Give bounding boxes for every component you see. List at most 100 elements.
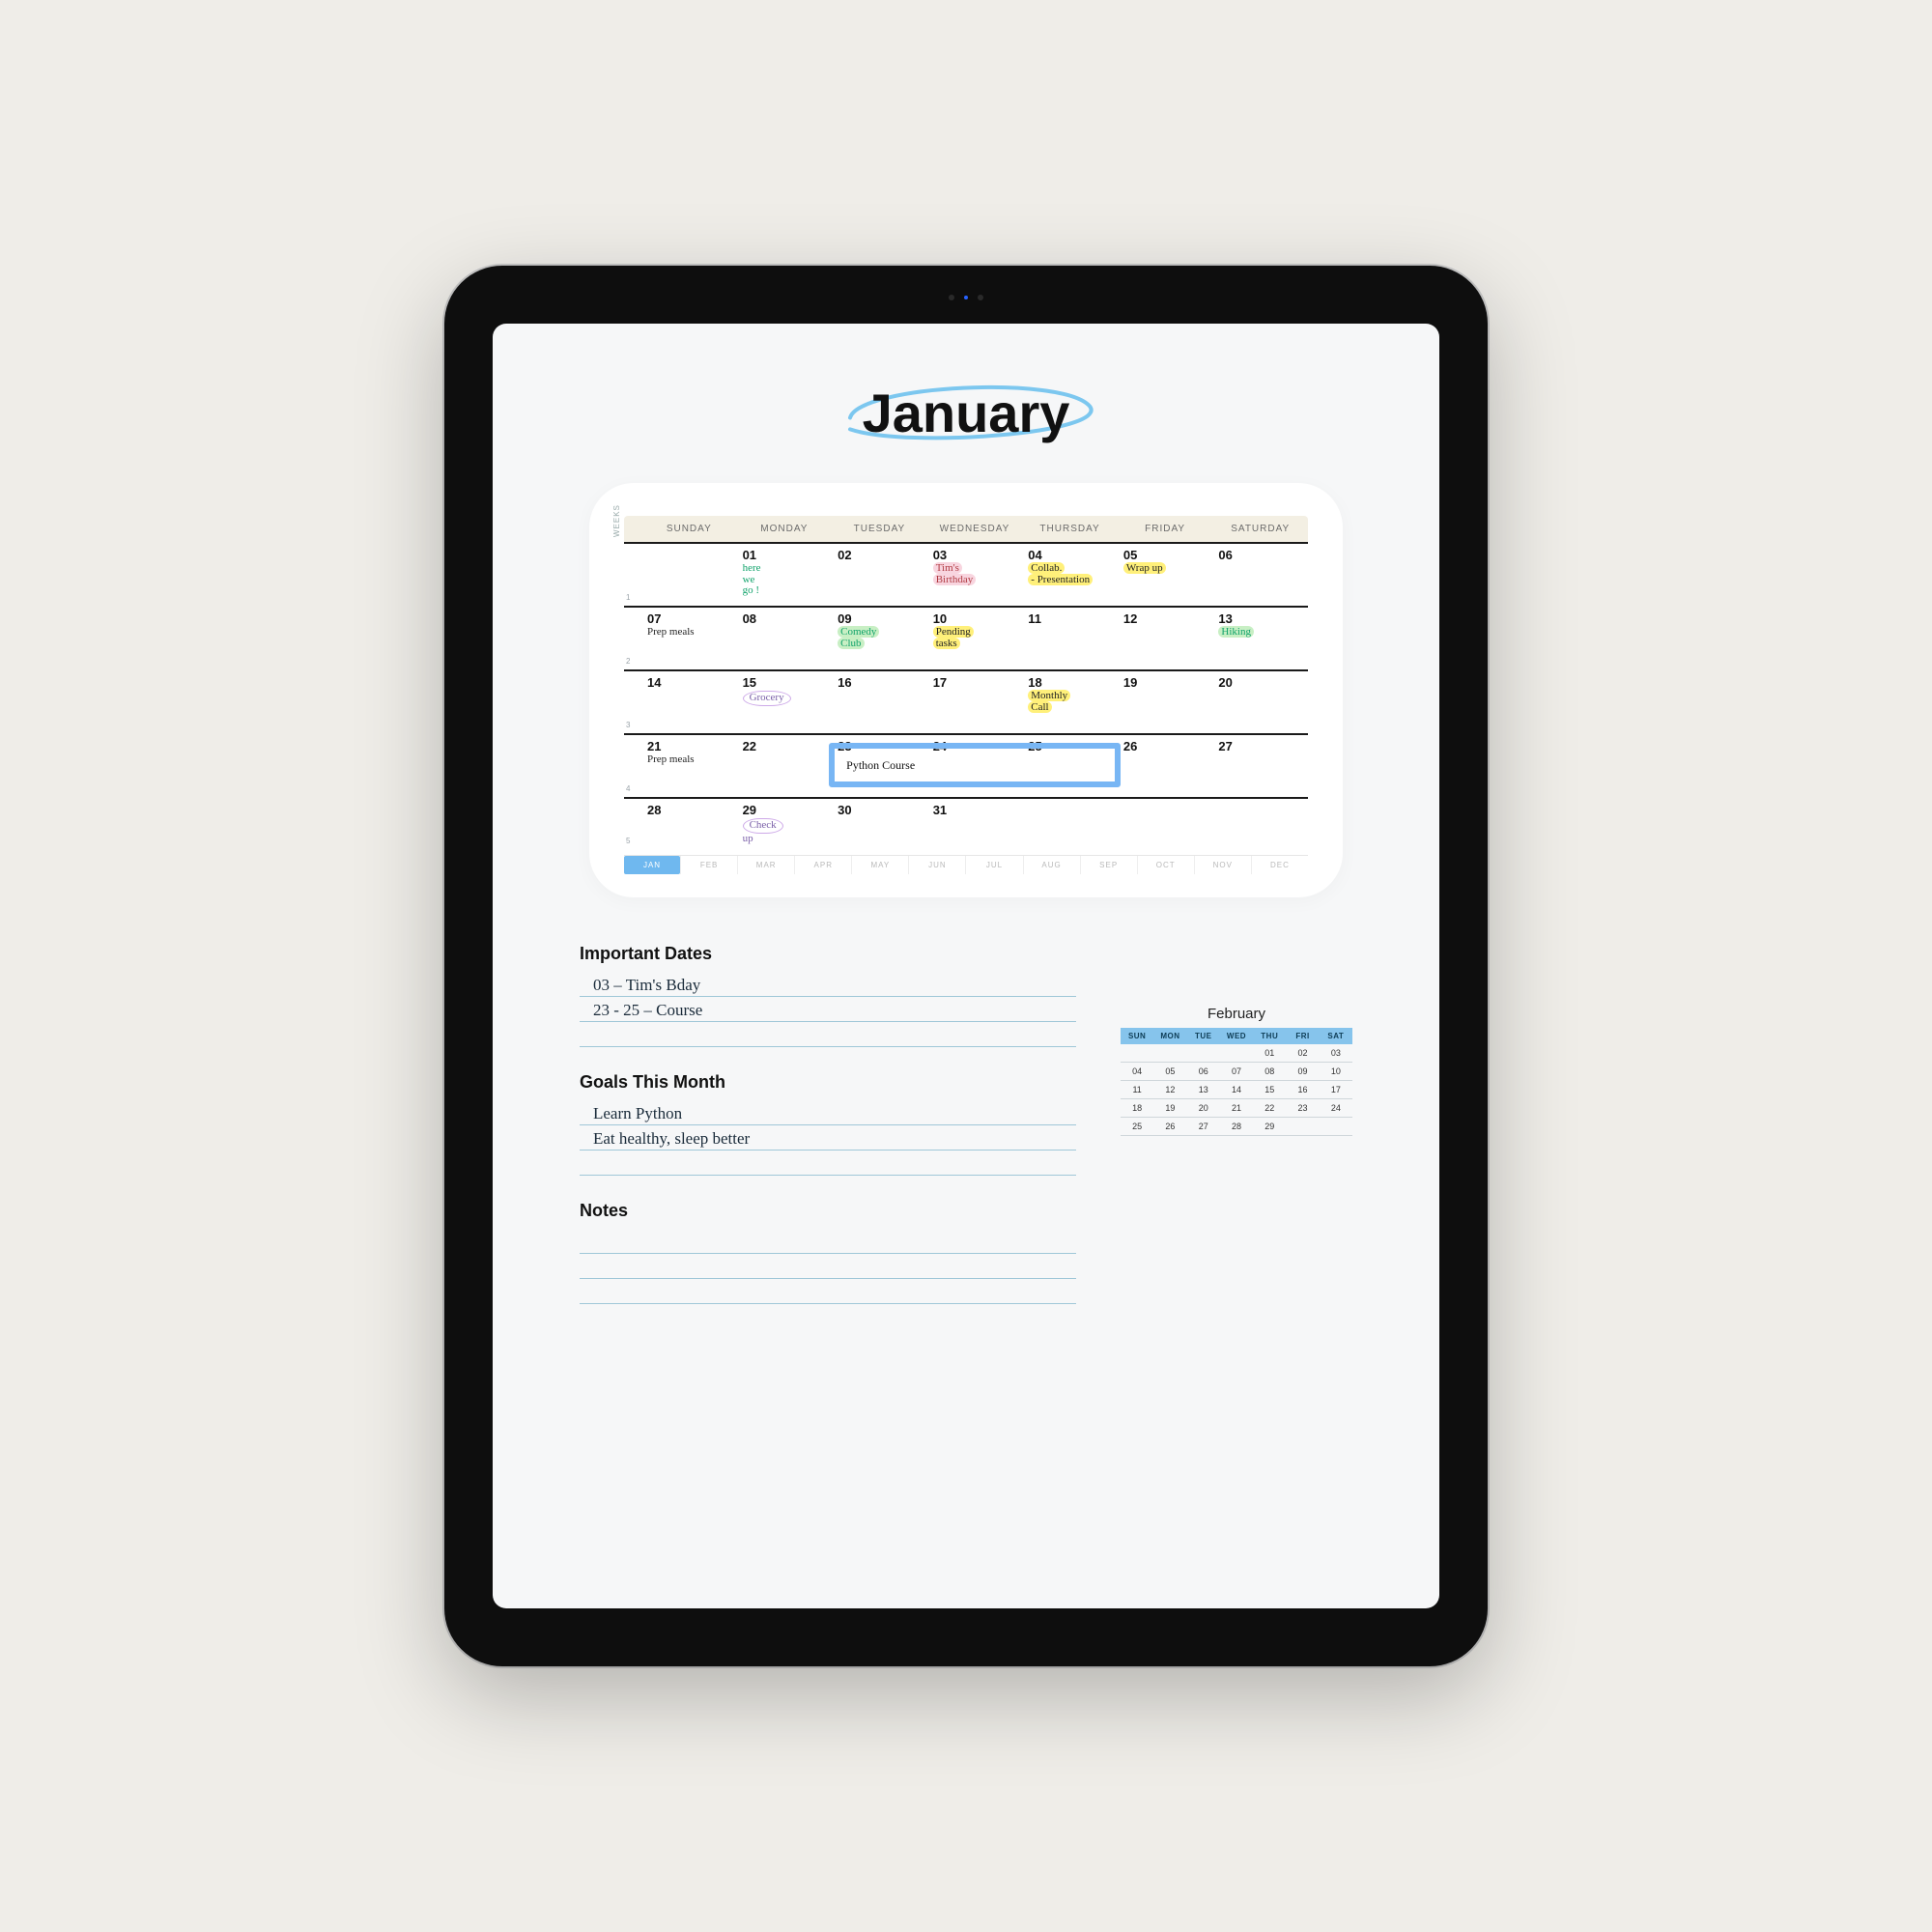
calendar-day-cell[interactable]: 17 (927, 671, 1023, 733)
mini-day-cell: . (1121, 1044, 1153, 1062)
calendar-day-cell[interactable]: 15Grocery (737, 671, 833, 733)
mini-day-cell[interactable]: 14 (1220, 1081, 1253, 1098)
mini-day-cell[interactable]: 15 (1253, 1081, 1286, 1098)
calendar-day-cell[interactable] (1212, 799, 1308, 849)
mini-day-cell[interactable]: 03 (1320, 1044, 1352, 1062)
mini-day-cell[interactable]: 01 (1253, 1044, 1286, 1062)
mini-day-cell[interactable]: 22 (1253, 1099, 1286, 1117)
writing-line[interactable]: Learn Python (580, 1100, 1076, 1125)
month-strip-item[interactable]: JUL (965, 856, 1022, 874)
month-strip-item[interactable]: APR (794, 856, 851, 874)
calendar-day-cell[interactable]: 26 (1118, 735, 1213, 797)
calendar-day-cell[interactable]: 05Wrap up (1118, 544, 1213, 606)
calendar-day-cell[interactable]: 25 (1022, 735, 1118, 797)
mini-day-cell[interactable]: 11 (1121, 1081, 1153, 1098)
writing-line[interactable]: Eat healthy, sleep better (580, 1125, 1076, 1151)
writing-line[interactable]: 23 - 25 – Course (580, 997, 1076, 1022)
mini-day-cell[interactable]: 19 (1153, 1099, 1186, 1117)
month-strip-item[interactable]: DEC (1251, 856, 1308, 874)
calendar-day-cell[interactable]: 03Tim'sBirthday (927, 544, 1023, 606)
mini-day-cell[interactable]: 04 (1121, 1063, 1153, 1080)
calendar-day-cell[interactable]: 07Prep meals (641, 608, 737, 669)
calendar-day-header: SUNDAY (641, 516, 737, 542)
notes-section: Notes (580, 1201, 1076, 1304)
calendar-day-cell[interactable]: 12 (1118, 608, 1213, 669)
calendar-day-cell[interactable]: 04Collab.- Presentation (1022, 544, 1118, 606)
mini-day-header: MON (1153, 1028, 1186, 1044)
calendar-day-cell[interactable]: 01herewego ! (737, 544, 833, 606)
mini-day-cell[interactable]: 02 (1286, 1044, 1319, 1062)
day-number: 12 (1123, 611, 1208, 626)
mini-day-cell[interactable]: 27 (1187, 1118, 1220, 1135)
calendar-day-cell[interactable]: 13Hiking (1212, 608, 1308, 669)
month-strip-item[interactable]: JAN (624, 856, 680, 874)
day-number: 05 (1123, 548, 1208, 562)
mini-day-cell[interactable]: 06 (1187, 1063, 1220, 1080)
calendar-day-cell[interactable]: 11 (1022, 608, 1118, 669)
month-strip[interactable]: JANFEBMARAPRMAYJUNJULAUGSEPOCTNOVDEC (624, 855, 1308, 874)
mini-day-cell[interactable]: 28 (1220, 1118, 1253, 1135)
writing-line[interactable] (580, 1254, 1076, 1279)
month-strip-item[interactable]: NOV (1194, 856, 1251, 874)
month-strip-item[interactable]: JUN (908, 856, 965, 874)
calendar-day-cell[interactable]: 10Pendingtasks (927, 608, 1023, 669)
mini-day-cell[interactable]: 07 (1220, 1063, 1253, 1080)
calendar-day-cell[interactable]: 19 (1118, 671, 1213, 733)
calendar-day-cell[interactable]: 16 (832, 671, 927, 733)
calendar-day-header: FRIDAY (1118, 516, 1213, 542)
mini-day-cell[interactable]: 26 (1153, 1118, 1186, 1135)
writing-line[interactable] (580, 1151, 1076, 1176)
mini-day-cell[interactable]: 20 (1187, 1099, 1220, 1117)
writing-line[interactable] (580, 1229, 1076, 1254)
calendar-day-cell[interactable]: 23 (832, 735, 927, 797)
calendar-day-cell[interactable]: 09ComedyClub (832, 608, 927, 669)
mini-day-cell[interactable]: 13 (1187, 1081, 1220, 1098)
calendar-day-cell[interactable]: 27 (1212, 735, 1308, 797)
mini-week-row: 18192021222324 (1121, 1099, 1352, 1118)
mini-day-cell[interactable]: 17 (1320, 1081, 1352, 1098)
calendar-day-cell[interactable]: 06 (1212, 544, 1308, 606)
mini-day-cell[interactable]: 12 (1153, 1081, 1186, 1098)
mini-day-cell[interactable]: 24 (1320, 1099, 1352, 1117)
calendar-day-cell[interactable]: 22 (737, 735, 833, 797)
calendar-day-cell[interactable] (1118, 799, 1213, 849)
mini-day-cell[interactable]: 25 (1121, 1118, 1153, 1135)
calendar-day-cell[interactable] (641, 544, 737, 606)
month-strip-item[interactable]: SEP (1080, 856, 1137, 874)
calendar-day-cell[interactable]: 29Checkup (737, 799, 833, 849)
important-dates-section: Important Dates 03 – Tim's Bday23 - 25 –… (580, 944, 1076, 1047)
mini-day-cell[interactable]: 08 (1253, 1063, 1286, 1080)
mini-day-cell[interactable]: 29 (1253, 1118, 1286, 1135)
calendar-day-cell[interactable]: 24 (927, 735, 1023, 797)
mini-day-cell[interactable]: 05 (1153, 1063, 1186, 1080)
calendar-day-cell[interactable]: 14 (641, 671, 737, 733)
calendar-day-cell[interactable]: 20 (1212, 671, 1308, 733)
mini-day-cell[interactable]: 09 (1286, 1063, 1319, 1080)
month-strip-item[interactable]: MAY (851, 856, 908, 874)
day-number: 04 (1028, 548, 1112, 562)
calendar-day-cell[interactable]: 02 (832, 544, 927, 606)
writing-line[interactable] (580, 1022, 1076, 1047)
mini-day-cell[interactable]: 23 (1286, 1099, 1319, 1117)
next-month-mini-calendar[interactable]: February SUNMONTUEWEDTHUFRISAT ....01020… (1121, 1006, 1352, 1329)
calendar-day-cell[interactable]: 21Prep meals (641, 735, 737, 797)
mini-day-cell[interactable]: 10 (1320, 1063, 1352, 1080)
writing-line[interactable]: 03 – Tim's Bday (580, 972, 1076, 997)
calendar-day-cell[interactable] (1022, 799, 1118, 849)
day-annotation: Prep meals (647, 627, 731, 639)
calendar-day-cell[interactable]: 18MonthlyCall (1022, 671, 1118, 733)
calendar-day-cell[interactable]: 28 (641, 799, 737, 849)
mini-day-cell[interactable]: 16 (1286, 1081, 1319, 1098)
month-strip-item[interactable]: OCT (1137, 856, 1194, 874)
month-strip-item[interactable]: FEB (680, 856, 737, 874)
calendar-day-cell[interactable]: 30 (832, 799, 927, 849)
mini-day-cell[interactable]: 21 (1220, 1099, 1253, 1117)
mini-day-cell[interactable]: 18 (1121, 1099, 1153, 1117)
calendar-body[interactable]: 101herewego !0203Tim'sBirthday04Collab.-… (624, 542, 1308, 849)
month-strip-item[interactable]: AUG (1023, 856, 1080, 874)
day-annotation: MonthlyCall (1028, 691, 1112, 713)
writing-line[interactable] (580, 1279, 1076, 1304)
calendar-day-cell[interactable]: 31 (927, 799, 1023, 849)
month-strip-item[interactable]: MAR (737, 856, 794, 874)
calendar-day-cell[interactable]: 08 (737, 608, 833, 669)
